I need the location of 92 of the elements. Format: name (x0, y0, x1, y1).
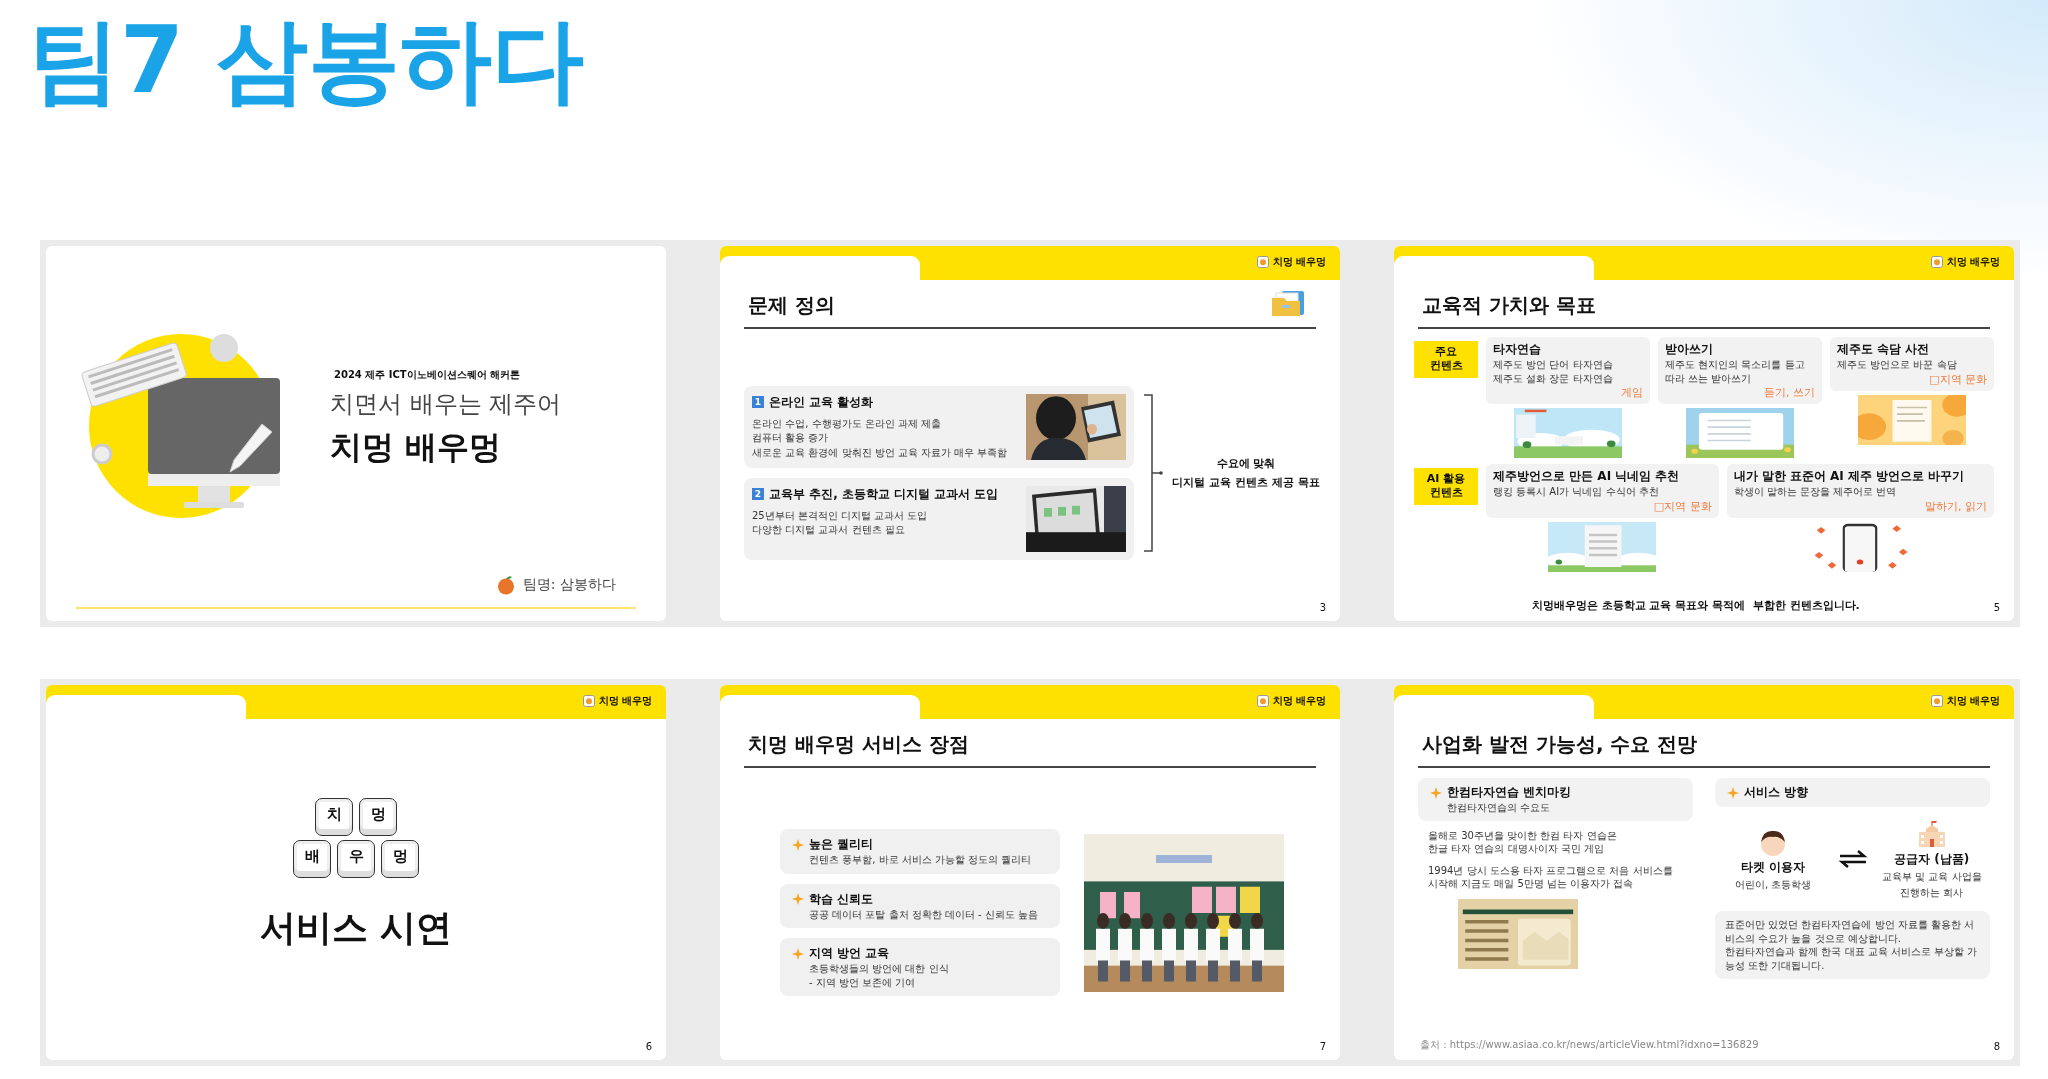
slide-title: 사업화 발전 가능성, 수요 전망 (1421, 731, 1699, 758)
section-title: 서비스 시연 (259, 905, 453, 950)
slide-title: 교육적 가치와 목표 (1421, 292, 1597, 319)
role-description: 어린이, 초등학생 (1735, 877, 1812, 892)
card-heading: 내가 말한 표준어 AI 제주 방언으로 바꾸기 (1733, 468, 1966, 485)
card-heading: 학습 신뢰도 (809, 890, 874, 908)
logo-icon (1930, 695, 1943, 707)
card-text: 학생이 말하는 문장을 제주어로 번역 (1733, 485, 1898, 499)
card-text: 랭킹 등록시 AI가 닉네임 수식어 추천 (1493, 485, 1660, 499)
fruit-icon (496, 575, 515, 595)
card-text: 컴퓨터 활용 증가 (752, 431, 830, 445)
slide-title: 치멍 배우멍 서비스 장점 (747, 731, 970, 758)
slide-title: 문제 정의 (747, 292, 836, 319)
role-title: 타켓 이용자 (1741, 858, 1806, 876)
conclusion-text: 디지털 교육 컨텐츠 제공 목표 (1172, 474, 1320, 490)
category-label: 주요 컨텐츠 (1414, 341, 1478, 378)
card-heading: 받아쓰기 (1665, 341, 1714, 358)
conclusion-text: 수요에 맞춰 (1216, 455, 1276, 471)
brand-name: 치멍 배우멍 (598, 694, 652, 708)
paragraph-line: 한글 타자 연습의 대명사이자 국민 게임 (1428, 842, 1605, 856)
brand-name: 치멍 배우멍 (1272, 255, 1326, 269)
summary-text: 한컴타자연습과 함께 한국 대표 교육 서비스로 부상할 가능성 또한 기대됩니다. (1725, 945, 1979, 972)
sparkle-icon (792, 893, 804, 905)
paragraph-line: 시작해 지금도 매일 5만명 넘는 이용자가 접속 (1428, 877, 1635, 891)
page-number: 5 (1993, 602, 2000, 613)
logo-icon (1256, 695, 1269, 707)
summary-text: 표준어만 있었던 한컴타자연습에 방언 자료를 활용한 서비스의 수요가 높을 것으로 예상합니다. (1725, 918, 1976, 945)
card-heading: 교육부 추진, 초등학교 디지털 교과서 도입 (769, 485, 999, 503)
page-number: 6 (645, 1041, 652, 1052)
tag-text: □지역 문화 (1928, 371, 1987, 387)
source-text: 출처 : https://www.asiaa.co.kr/news/articleView.html?idxno=136829 (1419, 1038, 1759, 1052)
card-text: 컨텐츠 풍부함, 바로 서비스 가능할 정도의 퀄리티 (808, 853, 1033, 867)
brand-name: 치멍 배우멍 (1946, 255, 2000, 269)
card-text: 제주도 방언 단어 타자연습 (1493, 358, 1614, 372)
keycap: 멍 (359, 797, 397, 836)
page-title: 팀7 삼봉하다 (28, 10, 585, 112)
page-number: 7 (1319, 1041, 1326, 1052)
logo-icon (582, 695, 595, 707)
keycap: 배 (293, 839, 331, 878)
tag-text: 게임 (1620, 385, 1643, 400)
page-number: 8 (1993, 1041, 2000, 1052)
role-description: 교육부 및 교육 사업을 (1881, 870, 1982, 884)
card-heading: 제주도 속담 사전 (1837, 341, 1931, 358)
number-badge: 1 (752, 396, 764, 408)
card-text: 25년부터 본격적인 디지털 교과서 도입 (752, 508, 929, 522)
card-heading: 서비스 방향 (1744, 784, 1809, 801)
card-text: 초등학생들의 방언에 대한 인식 (808, 962, 950, 976)
card-heading: 한컴타자연습 벤치마킹 (1447, 784, 1572, 801)
card-text: 제주도 설화 장문 타자연습 (1493, 371, 1614, 385)
paragraph-line: 올해로 30주년을 맞이한 한컴 타자 연습은 (1428, 828, 1618, 842)
paragraph-line: 1994년 당시 도스용 타자 프로그램으로 처음 서비스를 (1428, 863, 1674, 877)
card-text: 제주도 방언으로 바꾼 속담 (1837, 358, 1958, 372)
card-heading: 타자연습 (1493, 341, 1542, 358)
card-text: - 지역 방언 보존에 기여 (808, 975, 917, 989)
summary-text: 치멍배우멍은 초등학교 교육 목표와 목적에 부합한 컨텐츠입니다. (1530, 598, 1861, 613)
sparkle-icon (1430, 786, 1442, 799)
card-heading: 제주방언으로 만든 AI 닉네임 추천 (1493, 468, 1681, 485)
card-text: 따라 쓰는 받아쓰기 (1665, 371, 1753, 385)
sparkle-icon (1727, 786, 1739, 799)
logo-icon (1930, 256, 1943, 268)
card-text: 온라인 수업, 수행평가도 온라인 과제 제출 (752, 416, 943, 430)
card-heading: 온라인 교육 활성화 (769, 393, 874, 411)
event-name: 2024 제주 ICT이노베이션스퀘어 해커톤 (333, 367, 522, 382)
sparkle-icon (792, 838, 804, 851)
page-number: 3 (1319, 602, 1326, 613)
brand-name: 치멍 배우멍 (1946, 694, 2000, 708)
cover-subtitle: 치면서 배우는 제주어 (330, 388, 562, 420)
card-text: 한컴타자연습의 수요도 (1446, 801, 1552, 815)
folder-icon (1270, 289, 1306, 318)
sparkle-icon (792, 947, 804, 960)
card-heading: 높은 퀄리티 (809, 836, 874, 853)
keycap: 멍 (381, 839, 419, 878)
exchange-arrows-icon (1837, 849, 1868, 869)
keycap: 치 (315, 797, 353, 836)
school-building-icon (1916, 819, 1947, 849)
role-description: 진행하는 회사 (1900, 885, 1964, 899)
number-badge: 2 (752, 488, 764, 500)
tag-text: 말하기, 읽기 (1924, 498, 1987, 514)
card-text: 다양한 디지털 교과서 컨텐츠 필요 (752, 523, 906, 537)
brand-name: 치멍 배우멍 (1272, 694, 1326, 708)
logo-icon (1256, 256, 1269, 268)
keycap: 우 (337, 839, 375, 878)
card-text: 새로운 교육 환경에 맞춰진 방언 교육 자료가 매우 부족함 (752, 445, 1009, 459)
card-text: 제주도 현지인의 목소리를 듣고 (1665, 358, 1806, 372)
tag-text: □지역 문화 (1652, 498, 1712, 514)
card-heading: 지역 방언 교육 (809, 945, 890, 962)
tag-text: 듣기, 쓰기 (1763, 385, 1815, 400)
cover-title: 치멍 배우멍 (330, 426, 503, 468)
category-label: AI 활용 컨텐츠 (1414, 468, 1478, 505)
card-text: 공공 데이터 포탈 출처 정확한 데이터 - 신뢰도 높음 (808, 907, 1040, 921)
team-name: 팀명: 삼봉하다 (522, 576, 616, 594)
role-title: 공급자 (납품) (1894, 851, 1970, 868)
